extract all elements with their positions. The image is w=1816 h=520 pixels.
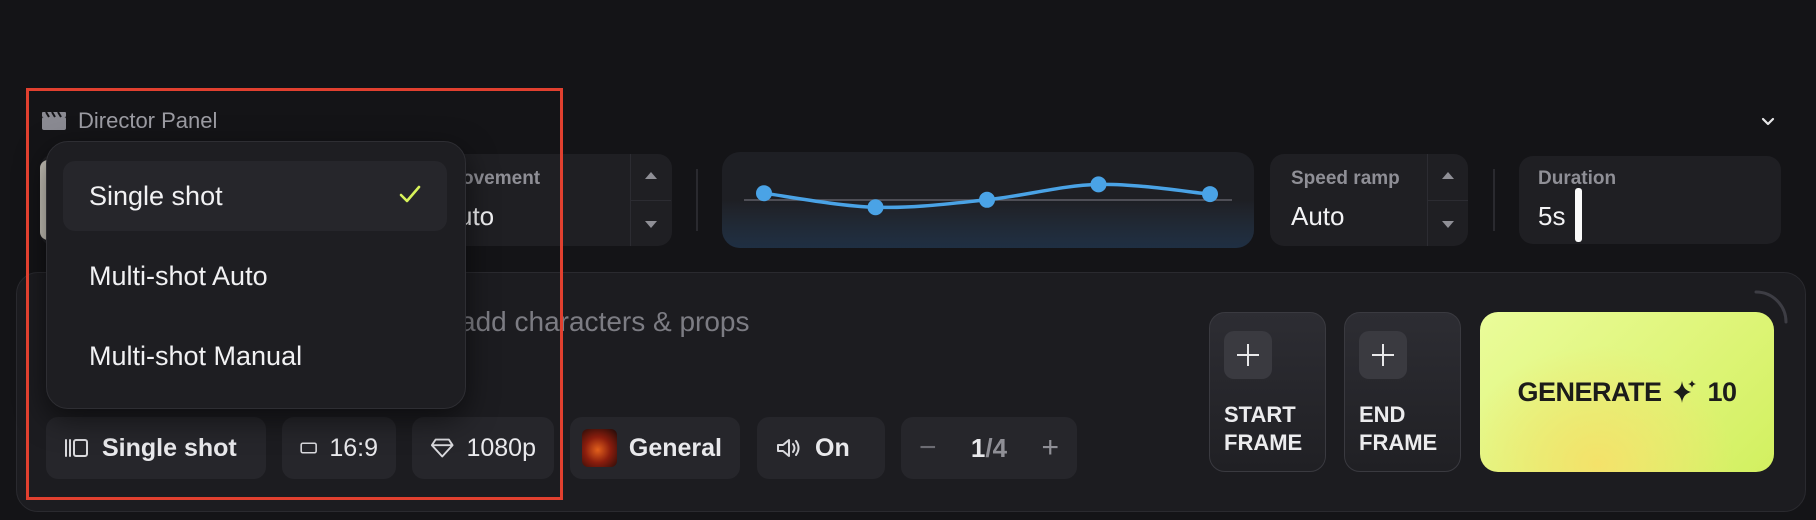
aspect-ratio-icon bbox=[300, 442, 317, 454]
plus-icon bbox=[1224, 331, 1272, 379]
generate-cost: 10 bbox=[1707, 376, 1737, 407]
start-frame-button[interactable]: START FRAME bbox=[1209, 312, 1326, 472]
divider bbox=[1493, 169, 1495, 231]
curve-control-point[interactable] bbox=[1202, 186, 1218, 203]
speed-ramp-label: Speed ramp bbox=[1291, 168, 1400, 189]
speed-ramp-stepper[interactable] bbox=[1427, 154, 1468, 246]
aspect-ratio-button[interactable]: 16:9 bbox=[282, 417, 396, 479]
speed-ramp-value: Auto bbox=[1291, 201, 1345, 231]
shot-mode-button[interactable]: Single shot bbox=[46, 417, 266, 479]
dropdown-item-label: Single shot bbox=[89, 180, 223, 211]
dropdown-item-multi-shot-manual[interactable]: Multi-shot Manual bbox=[63, 321, 447, 391]
chevron-up-icon[interactable] bbox=[1442, 172, 1454, 179]
checkmark-icon bbox=[399, 185, 421, 203]
dropdown-item-label: Multi-shot Auto bbox=[89, 260, 268, 291]
sparkle-icon bbox=[1673, 380, 1697, 403]
shot-mode-label: Single shot bbox=[102, 433, 237, 462]
dropdown-item-single-shot[interactable]: Single shot bbox=[63, 161, 447, 231]
panel-title: Director Panel bbox=[78, 108, 218, 133]
curve-control-point[interactable] bbox=[756, 185, 772, 202]
count-total: /4 bbox=[985, 432, 1008, 463]
style-label: General bbox=[628, 433, 722, 462]
dropdown-item-multi-shot-auto[interactable]: Multi-shot Auto bbox=[63, 241, 447, 311]
count-current: 1 bbox=[970, 432, 986, 463]
curve-control-point[interactable] bbox=[979, 191, 995, 208]
diamond-icon bbox=[430, 438, 454, 458]
style-thumbnail bbox=[582, 429, 617, 467]
plus-icon[interactable]: + bbox=[1041, 431, 1059, 465]
start-frame-label: START FRAME bbox=[1224, 402, 1303, 455]
count-stepper: − 1/4 + bbox=[901, 417, 1077, 479]
divider bbox=[696, 169, 698, 231]
curve-control-point[interactable] bbox=[867, 199, 884, 216]
chevron-up-icon[interactable] bbox=[645, 172, 657, 179]
curve-control-point[interactable] bbox=[1090, 176, 1107, 193]
dropdown-item-label: Multi-shot Manual bbox=[89, 340, 303, 371]
chevron-down-icon[interactable] bbox=[1442, 221, 1454, 228]
clapperboard-icon bbox=[42, 111, 66, 130]
speed-curve-editor[interactable] bbox=[722, 152, 1254, 248]
shot-mode-icon bbox=[65, 439, 88, 457]
camera-movement-stepper[interactable] bbox=[630, 154, 671, 246]
prompt-input[interactable]: add characters & props bbox=[460, 306, 750, 338]
shot-mode-dropdown: Single shot Multi-shot Auto Multi-shot M… bbox=[46, 141, 466, 409]
resolution-button[interactable]: 1080p bbox=[412, 417, 554, 479]
duration-value[interactable]: 5s bbox=[1538, 201, 1565, 232]
text-cursor bbox=[1575, 188, 1582, 242]
aspect-ratio-label: 16:9 bbox=[329, 433, 378, 462]
generate-button[interactable]: GENERATE 10 bbox=[1480, 312, 1774, 472]
end-frame-label: END FRAME bbox=[1359, 402, 1438, 455]
end-frame-button[interactable]: END FRAME bbox=[1344, 312, 1461, 472]
audio-label: On bbox=[815, 433, 850, 462]
chevron-down-icon[interactable] bbox=[645, 221, 657, 228]
style-button[interactable]: General bbox=[570, 417, 740, 479]
minus-icon[interactable]: − bbox=[919, 431, 937, 465]
duration-label: Duration bbox=[1538, 168, 1617, 189]
chevron-down-icon[interactable] bbox=[1756, 110, 1780, 134]
camera-movement-label: ovement bbox=[462, 168, 541, 189]
speaker-icon bbox=[777, 439, 800, 457]
speed-curve-graph[interactable] bbox=[722, 152, 1254, 248]
plus-icon bbox=[1359, 331, 1407, 379]
generate-label: GENERATE bbox=[1517, 376, 1662, 407]
audio-toggle-button[interactable]: On bbox=[757, 417, 885, 479]
resolution-label: 1080p bbox=[466, 433, 536, 462]
